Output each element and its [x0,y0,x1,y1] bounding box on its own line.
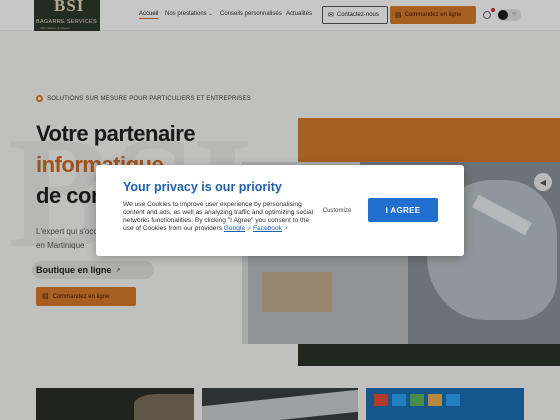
cookie-title: Your privacy is our priority [123,180,282,194]
cookie-consent-dialog: Your privacy is our priority We use Cook… [96,165,464,256]
customize-button[interactable]: Customize [318,205,356,217]
google-link[interactable]: Google [224,225,245,232]
external-link-icon: ↗ [283,226,288,232]
agree-button[interactable]: I AGREE [368,198,438,222]
external-link-icon: ↗ [246,226,252,232]
facebook-link[interactable]: Facebook [253,225,282,232]
cookie-description: We use Cookies to improve user experienc… [123,201,315,233]
